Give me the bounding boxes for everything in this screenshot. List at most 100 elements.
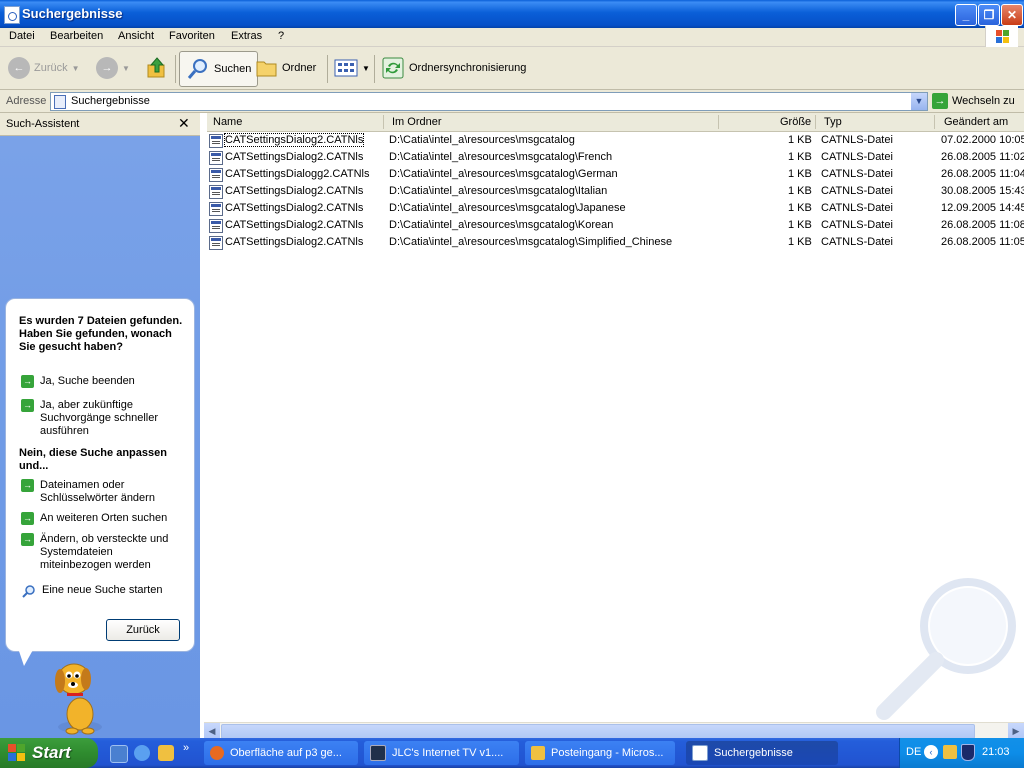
address-dropdown-icon[interactable]: ▼: [911, 93, 927, 110]
search-results-icon: [4, 6, 20, 24]
minimize-button[interactable]: _: [955, 4, 977, 26]
column-modified[interactable]: Geändert am: [944, 116, 1008, 128]
security-shield-icon[interactable]: [961, 744, 975, 761]
horizontal-scrollbar[interactable]: ◀ ▶: [204, 722, 1024, 739]
assistant-balloon: Es wurden 7 Dateien gefunden. Haben Sie …: [5, 298, 195, 652]
scroll-left-icon[interactable]: ◀: [204, 723, 220, 739]
file-size: 1 KB: [788, 168, 812, 180]
maximize-button[interactable]: ❐: [978, 4, 1000, 26]
task-firefox[interactable]: Oberfläche auf p3 ge...: [204, 741, 358, 765]
go-button[interactable]: → Wechseln zu: [932, 93, 1015, 109]
tray-expand-icon[interactable]: ‹: [924, 745, 938, 759]
column-separator[interactable]: [718, 115, 719, 129]
close-pane-icon[interactable]: ✕: [178, 115, 190, 132]
file-folder: D:\Catia\intel_a\resources\msgcatalog\Fr…: [389, 151, 613, 163]
language-indicator[interactable]: DE: [906, 746, 921, 758]
table-row[interactable]: CATSettingsDialog2.CATNls D:\Catia\intel…: [207, 234, 1024, 251]
table-row[interactable]: CATSettingsDialog2.CATNls D:\Catia\intel…: [207, 217, 1024, 234]
clock[interactable]: 21:03: [982, 746, 1010, 758]
scrollbar-thumb[interactable]: [221, 724, 975, 739]
task-label: Posteingang - Micros...: [551, 747, 664, 759]
green-arrow-icon: →: [21, 399, 34, 412]
file-name[interactable]: CATSettingsDialog2.CATNls: [225, 151, 363, 163]
file-name[interactable]: CATSettingsDialog2.CATNls: [223, 133, 365, 147]
table-row[interactable]: CATSettingsDialog2.CATNls D:\Catia\intel…: [207, 183, 1024, 200]
menu-ansicht[interactable]: Ansicht: [118, 30, 154, 42]
address-input[interactable]: Suchergebnisse ▼: [50, 92, 928, 111]
close-button[interactable]: ✕: [1001, 4, 1023, 26]
title-bar[interactable]: Suchergebnisse _ ❐ ✕: [0, 0, 1024, 28]
folder-sync-button[interactable]: Ordnersynchronisierung: [381, 51, 526, 85]
finish-search-link[interactable]: → Ja, Suche beenden: [21, 375, 186, 388]
change-keywords-label: Dateinamen oder Schlüsselwörter ändern: [40, 479, 155, 504]
column-separator[interactable]: [934, 115, 935, 129]
column-folder[interactable]: Im Ordner: [392, 116, 442, 128]
internet-explorer-icon[interactable]: [134, 745, 150, 761]
refine-heading: Nein, diese Suche anpassen und...: [19, 447, 167, 472]
task-label: Oberfläche auf p3 ge...: [230, 747, 342, 759]
menu-datei[interactable]: Datei: [9, 30, 35, 42]
column-name[interactable]: Name: [213, 116, 242, 128]
magnifier-icon: [187, 59, 207, 79]
column-size[interactable]: Größe: [780, 116, 811, 128]
outlook-tray-icon[interactable]: [943, 745, 957, 759]
up-folder-button[interactable]: [145, 51, 169, 85]
new-search-link[interactable]: Eine neue Suche starten: [21, 584, 186, 599]
table-row[interactable]: CATSettingsDialog2.CATNls D:\Catia\intel…: [207, 132, 1024, 149]
task-outlook[interactable]: Posteingang - Micros...: [525, 741, 675, 765]
forward-dropdown-icon[interactable]: ▼: [122, 64, 130, 73]
scroll-right-icon[interactable]: ▶: [1008, 723, 1024, 739]
file-modified: 30.08.2005 15:43: [941, 185, 1024, 197]
quicklaunch-overflow-icon[interactable]: »: [183, 742, 189, 754]
faster-search-link[interactable]: → Ja, aber zukünftige Suchvorgänge schne…: [21, 399, 171, 438]
table-row[interactable]: CATSettingsDialog2.CATNls D:\Catia\intel…: [207, 149, 1024, 166]
outlook-icon[interactable]: [158, 745, 174, 761]
go-label: Wechseln zu: [952, 95, 1015, 107]
menu-favoriten[interactable]: Favoriten: [169, 30, 215, 42]
views-button[interactable]: ▼: [334, 51, 370, 85]
up-folder-icon: [147, 57, 165, 78]
search-dog-icon: [55, 663, 102, 735]
file-type: CATNLS-Datei: [821, 168, 893, 180]
file-name[interactable]: CATSettingsDialog2.CATNls: [225, 219, 363, 231]
forward-button[interactable]: → ▼: [96, 51, 130, 85]
folders-button[interactable]: Ordner: [256, 51, 316, 85]
table-row[interactable]: CATSettingsDialogg2.CATNls D:\Catia\inte…: [207, 166, 1024, 183]
task-internet-tv[interactable]: JLC's Internet TV v1....: [364, 741, 519, 765]
file-name[interactable]: CATSettingsDialog2.CATNls: [225, 185, 363, 197]
search-assistant-title: Such-Assistent: [6, 118, 80, 130]
menu-help[interactable]: ?: [278, 30, 284, 42]
menu-bearbeiten[interactable]: Bearbeiten: [50, 30, 103, 42]
file-name[interactable]: CATSettingsDialog2.CATNls: [225, 202, 363, 214]
column-type[interactable]: Typ: [824, 116, 842, 128]
assistant-back-button[interactable]: Zurück: [106, 619, 180, 641]
menu-extras[interactable]: Extras: [231, 30, 262, 42]
outlook-icon: [531, 746, 545, 760]
file-modified: 12.09.2005 14:45: [941, 202, 1024, 214]
table-row[interactable]: CATSettingsDialog2.CATNls D:\Catia\intel…: [207, 200, 1024, 217]
window-title: Suchergebnisse: [22, 6, 123, 21]
views-dropdown-icon[interactable]: ▼: [362, 64, 370, 73]
menu-bar: Datei Bearbeiten Ansicht Favoriten Extra…: [0, 28, 1024, 47]
start-button[interactable]: Start: [0, 738, 98, 768]
show-desktop-icon[interactable]: [110, 745, 128, 763]
catnls-file-icon: [209, 202, 223, 216]
column-separator[interactable]: [383, 115, 384, 129]
hidden-files-link[interactable]: → Ändern, ob versteckte und Systemdateie…: [21, 533, 181, 572]
file-folder: D:\Catia\intel_a\resources\msgcatalog\Si…: [389, 236, 673, 248]
balloon-tail: [18, 648, 34, 666]
windows-logo-icon: [985, 26, 1018, 48]
back-button[interactable]: ← Zurück ▼: [8, 51, 80, 85]
file-name[interactable]: CATSettingsDialogg2.CATNls: [225, 168, 369, 180]
sync-icon: [382, 57, 404, 79]
search-button[interactable]: Suchen: [179, 51, 259, 87]
change-keywords-link[interactable]: → Dateinamen oder Schlüsselwörter ändern: [21, 479, 171, 505]
column-separator[interactable]: [815, 115, 816, 129]
back-dropdown-icon[interactable]: ▼: [72, 64, 80, 73]
address-bar: Adresse Suchergebnisse ▼ → Wechseln zu: [0, 90, 1024, 113]
file-name[interactable]: CATSettingsDialog2.CATNls: [225, 236, 363, 248]
file-modified: 26.08.2005 11:02: [941, 151, 1024, 163]
file-size: 1 KB: [788, 236, 812, 248]
more-locations-link[interactable]: → An weiteren Orten suchen: [21, 512, 186, 525]
task-search-results[interactable]: Suchergebnisse: [686, 741, 838, 765]
